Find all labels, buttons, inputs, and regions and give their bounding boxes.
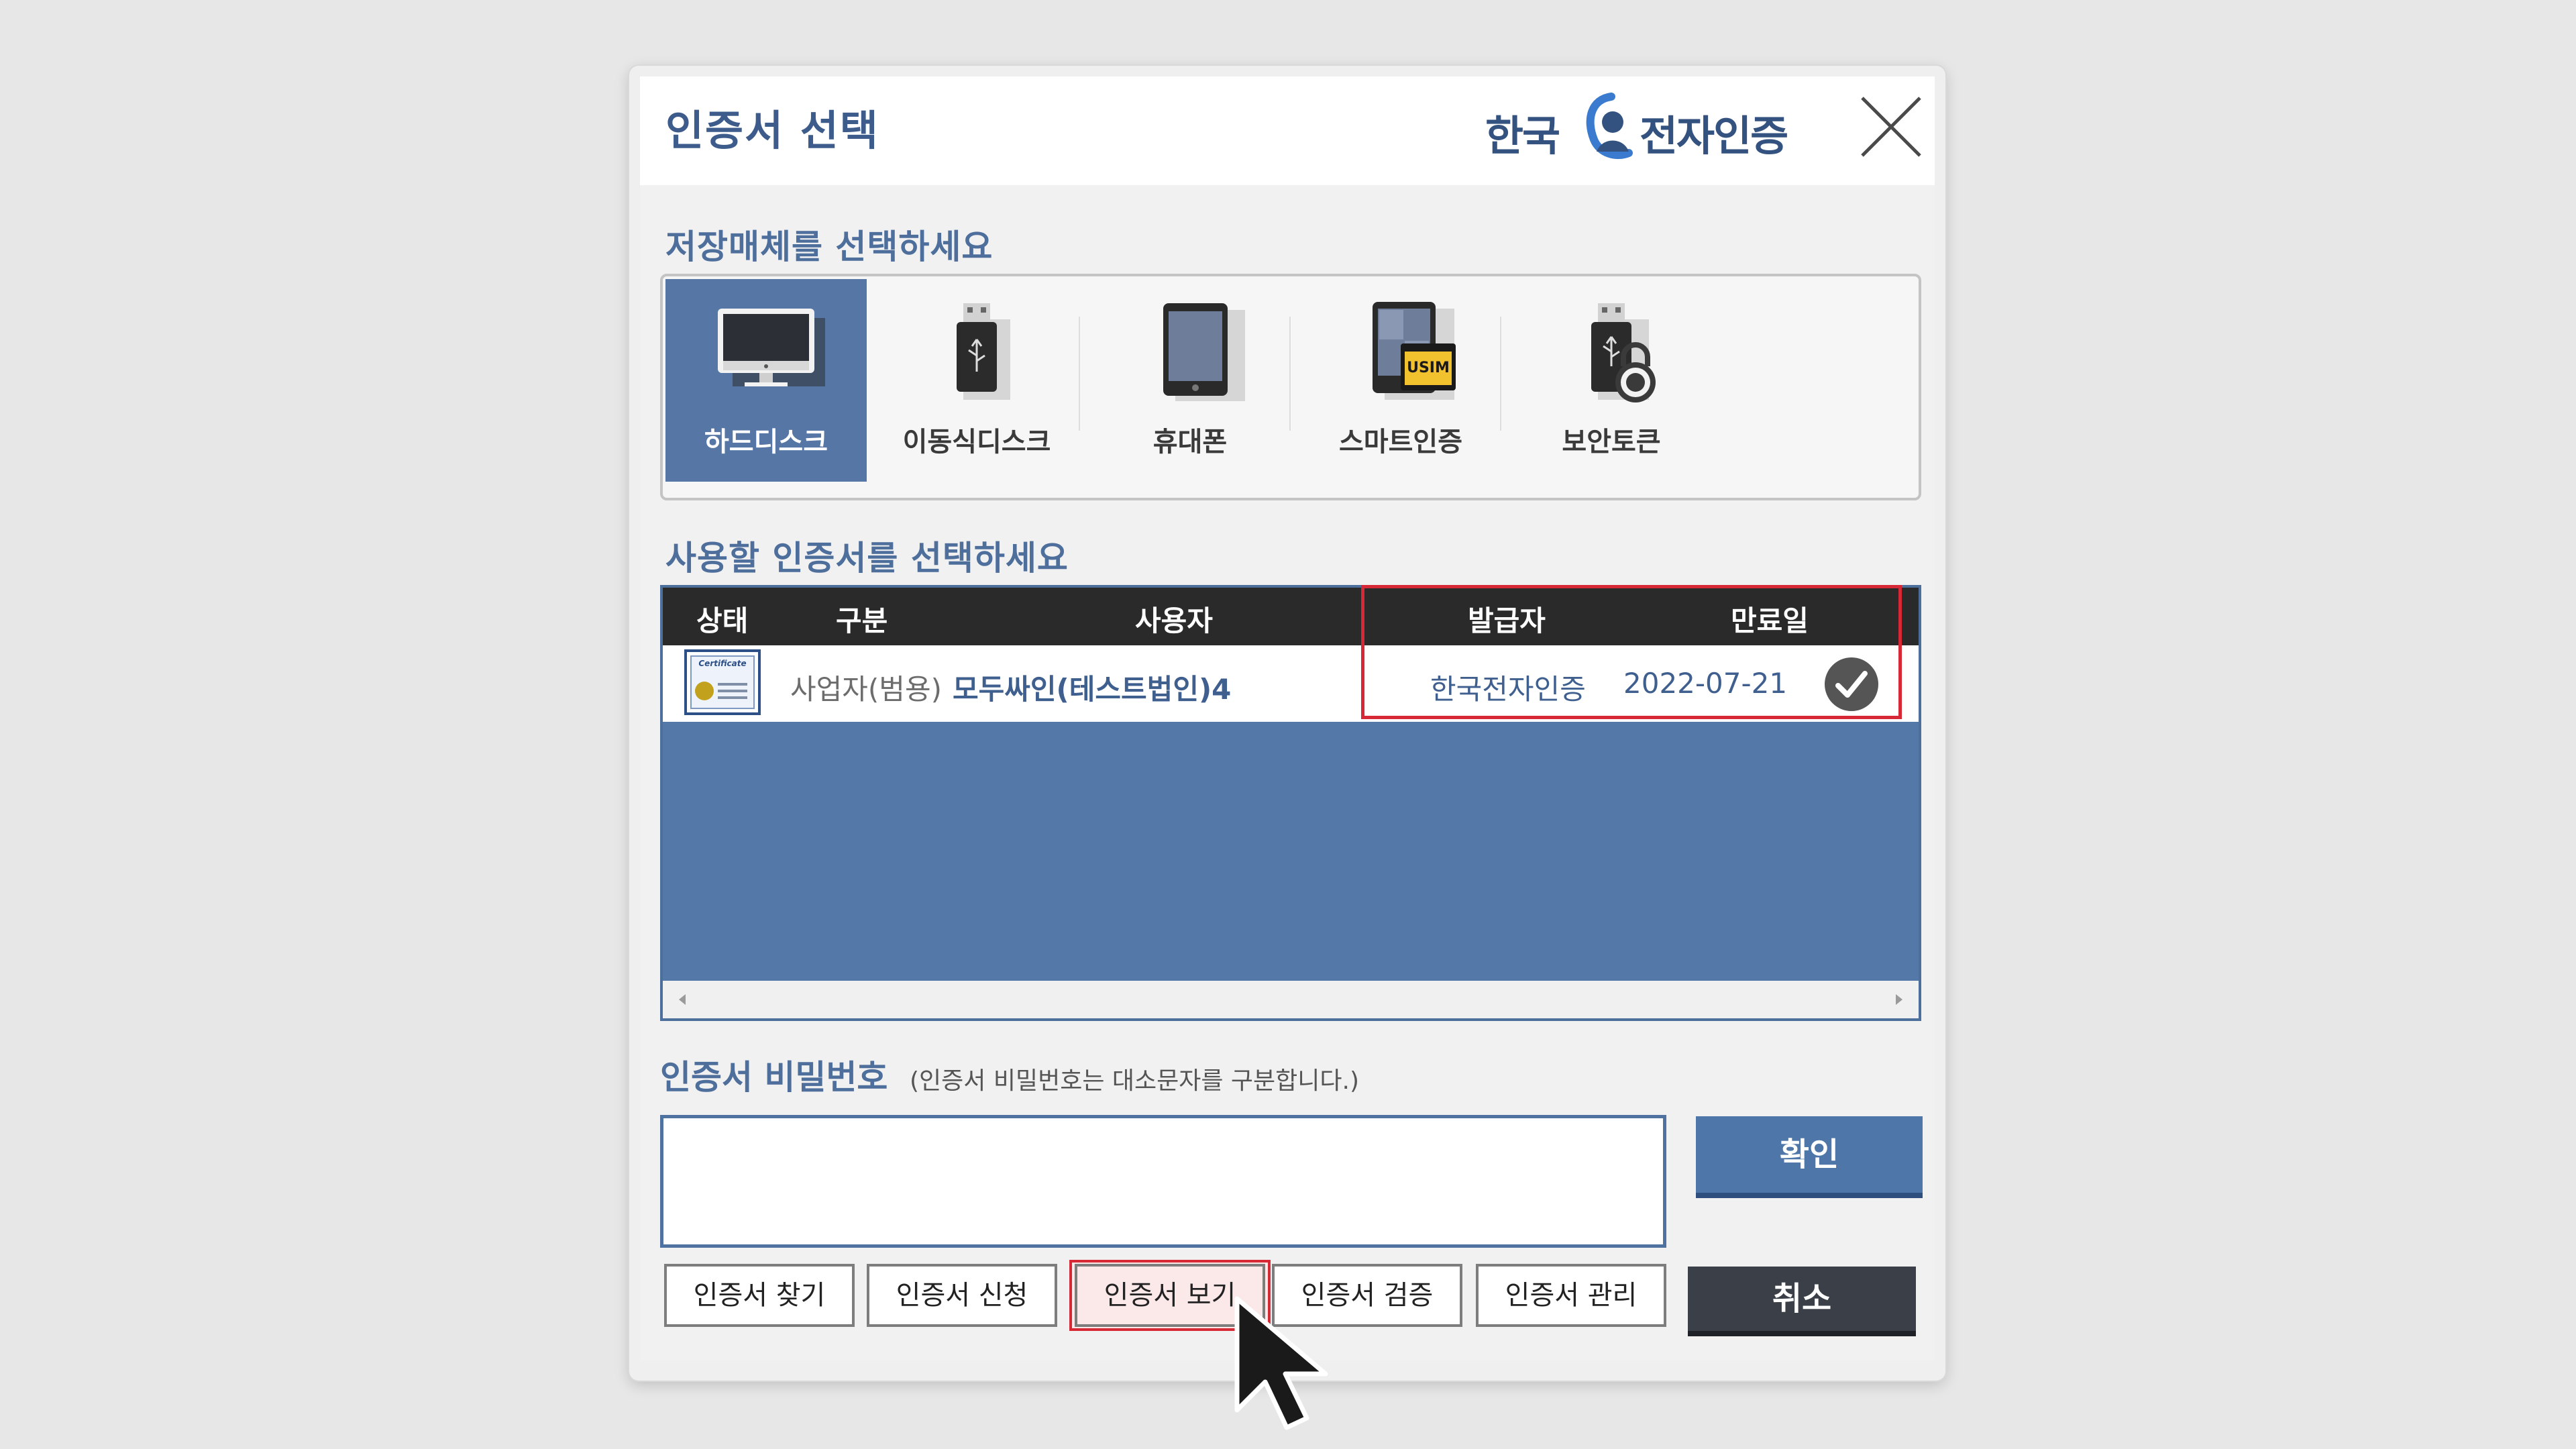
media-label-phone: 휴대폰 (1152, 427, 1228, 458)
phone-icon (1089, 299, 1291, 413)
usim-icon: USIM (1300, 299, 1501, 413)
media-divider (1079, 317, 1080, 431)
media-item-removable[interactable]: 이동식디스크 (876, 279, 1077, 482)
column-header-issuer: 발급자 (1468, 604, 1546, 637)
password-input[interactable] (660, 1115, 1666, 1248)
dialog-header: 인증서 선택 한국 전자인증 (640, 76, 1935, 185)
manage-certificate-button[interactable]: 인증서 관리 (1476, 1264, 1666, 1327)
monitor-icon (665, 299, 867, 413)
scroll-right-icon[interactable] (1890, 991, 1907, 1008)
media-item-harddisk[interactable]: 하드디스크 (665, 279, 867, 482)
password-label: 인증서 비밀번호 (660, 1058, 888, 1097)
certificate-icon: Certificate (684, 649, 761, 715)
cell-type: 사업자(범용) (790, 673, 942, 706)
view-certificate-button[interactable]: 인증서 보기 (1075, 1264, 1265, 1327)
brand-text-right: 전자인증 (1640, 111, 1788, 160)
check-icon (1823, 656, 1880, 712)
dialog-title: 인증서 선택 (665, 106, 879, 155)
table-row[interactable]: Certificate 사업자(범용) 모두싸인(테스트법인)4 (663, 645, 1373, 722)
media-label-harddisk: 하드디스크 (704, 427, 828, 458)
media-label-token: 보안토큰 (1562, 427, 1661, 458)
cancel-button[interactable]: 취소 (1688, 1267, 1916, 1336)
confirm-button[interactable]: 확인 (1696, 1116, 1923, 1198)
horizontal-scrollbar[interactable] (663, 981, 1919, 1018)
brand-text-left: 한국 (1485, 111, 1560, 160)
certificate-stamp-text: Certificate (698, 659, 747, 668)
media-section-label: 저장매체를 선택하세요 (665, 227, 994, 266)
media-item-phone[interactable]: 휴대폰 (1089, 279, 1291, 482)
table-row-right[interactable]: 한국전자인증 2022-07-21 (1373, 645, 1919, 722)
media-item-token[interactable]: 보안토큰 (1511, 279, 1712, 482)
media-label-smart: 스마트인증 (1339, 427, 1462, 458)
media-item-smart[interactable]: USIM 스마트인증 (1300, 279, 1501, 482)
cell-expiry: 2022-07-21 (1623, 667, 1788, 700)
security-token-icon (1511, 299, 1712, 413)
close-button[interactable] (1854, 90, 1928, 164)
cell-issuer: 한국전자인증 (1430, 673, 1586, 706)
certificate-select-dialog: 인증서 선택 한국 전자인증 저장매체를 선택하세요 하드디스크 이동식디스크 … (640, 76, 1935, 1360)
cell-user: 모두싸인(테스트법인)4 (953, 673, 1232, 706)
password-note: (인증서 비밀번호는 대소문자를 구분합니다.) (910, 1067, 1360, 1095)
usim-badge: USIM (1407, 360, 1450, 376)
column-header-user: 사용자 (1135, 604, 1213, 637)
media-label-removable: 이동식디스크 (902, 427, 1051, 458)
media-selector: 하드디스크 이동식디스크 휴대폰 USIM 스마트인증 보안토큰 (660, 274, 1921, 500)
close-icon (1861, 97, 1921, 157)
brand-logo: 한국 전자인증 (1485, 85, 1821, 172)
column-header-expiry: 만료일 (1731, 604, 1809, 637)
usb-drive-icon (876, 299, 1077, 413)
verify-certificate-button[interactable]: 인증서 검증 (1272, 1264, 1462, 1327)
table-header: 상태 구분 사용자 발급자 만료일 (663, 588, 1919, 645)
column-header-status: 상태 (696, 604, 749, 637)
apply-certificate-button[interactable]: 인증서 신청 (867, 1264, 1057, 1327)
certificate-section-label: 사용할 인증서를 선택하세요 (665, 539, 1069, 578)
find-certificate-button[interactable]: 인증서 찾기 (664, 1264, 855, 1327)
column-header-type: 구분 (836, 604, 888, 637)
brand-emblem-icon (1586, 93, 1633, 160)
scroll-left-icon[interactable] (675, 991, 691, 1008)
certificate-table: 상태 구분 사용자 발급자 만료일 Certificate 사업자(범용) 모두… (660, 585, 1921, 1021)
